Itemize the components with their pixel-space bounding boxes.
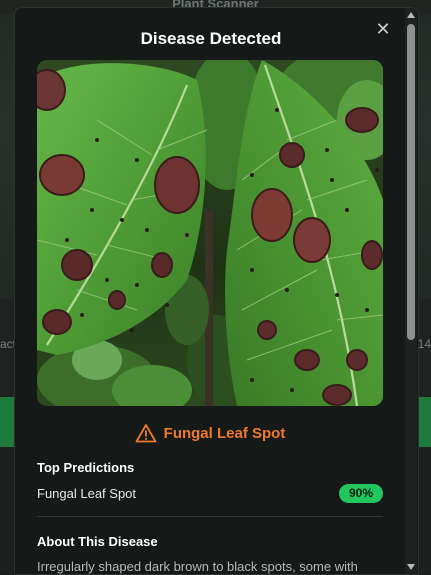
leaf-photo: [37, 60, 383, 406]
background-right-text: 14: [417, 337, 431, 351]
confidence-badge: 90%: [339, 484, 383, 503]
about-text: Irregularly shaped dark brown to black s…: [37, 559, 358, 574]
scrollbar[interactable]: [405, 8, 417, 574]
result-banner: Fungal Leaf Spot: [15, 422, 405, 444]
close-icon[interactable]: ✕: [375, 20, 391, 38]
scroll-thumb[interactable]: [407, 24, 415, 340]
about-heading: About This Disease: [37, 534, 158, 549]
prediction-row: Fungal Leaf Spot 90%: [37, 484, 383, 504]
top-predictions-heading: Top Predictions: [37, 460, 135, 475]
modal-title: Disease Detected: [140, 29, 282, 48]
prediction-name: Fungal Leaf Spot: [37, 486, 137, 501]
warning-triangle-icon: [135, 424, 157, 443]
result-label: Fungal Leaf Spot: [163, 424, 286, 442]
section-divider: [37, 516, 383, 517]
scroll-up-arrow-icon[interactable]: [407, 12, 415, 18]
scroll-down-arrow-icon[interactable]: [407, 564, 415, 570]
disease-modal: Disease Detected ✕ Fungal Leaf Spot Top …: [14, 7, 419, 575]
leaf-photo-image: [37, 60, 383, 406]
